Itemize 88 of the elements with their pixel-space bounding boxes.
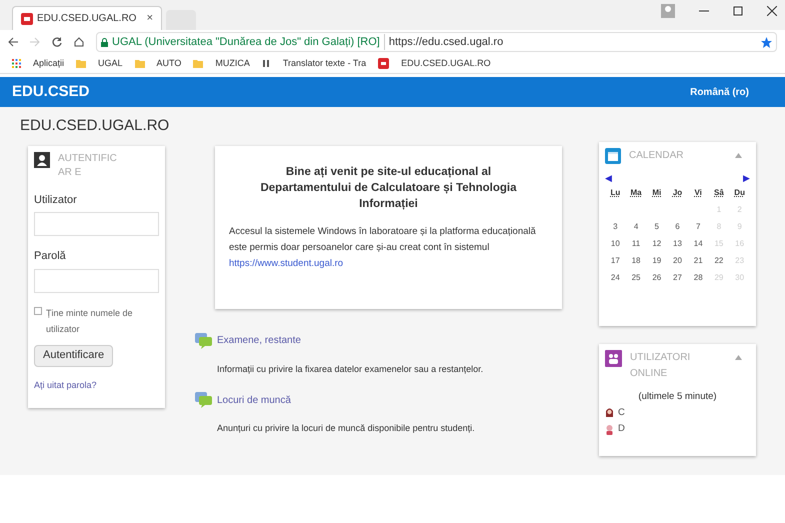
forum-link[interactable]: Locuri de muncă	[217, 392, 291, 408]
forgot-password-link[interactable]: Ați uitat parola?	[34, 378, 159, 392]
browser-tab[interactable]: EDU.CSED.UGAL.RO ×	[12, 6, 162, 30]
calendar-day[interactable]: 7	[688, 221, 709, 233]
calendar-day[interactable]: 5	[646, 221, 668, 233]
calendar-day[interactable]: 17	[605, 255, 626, 267]
calendar-day[interactable]: 6	[667, 221, 688, 233]
forum-description: Informații cu privire la fixarea datelor examenelor sau a restanțelor.	[217, 362, 484, 376]
next-month-button[interactable]: ▶	[743, 172, 750, 185]
forum-description: Anunțuri cu privire la locuri de muncă disponibile pentru studenți.	[217, 422, 476, 435]
welcome-text: Accesul la sistemele Windows în laboratoare și la platforma educațională este permis doar persoanelor care și-au creat cont în sistemul https://www.student.ugal.ro	[229, 224, 537, 270]
maximize-icon[interactable]	[733, 6, 743, 16]
site-brand[interactable]: EDU.CSED	[12, 80, 90, 104]
profile-icon[interactable]	[661, 4, 675, 18]
user-avatar-icon	[605, 424, 614, 435]
checkbox-label: Ține minte numele de utilizator	[46, 306, 134, 336]
calendar-day[interactable]: 25	[626, 272, 646, 284]
bookmark-link[interactable]: AUTO	[156, 56, 182, 70]
period-text: (ultimele 5 minute)	[637, 390, 718, 404]
calendar-day[interactable]: 19	[646, 255, 668, 267]
user-avatar-icon	[605, 407, 614, 418]
close-icon[interactable]	[767, 6, 777, 16]
apps-grid-icon	[12, 59, 21, 68]
calendar-day[interactable]: 28	[688, 272, 709, 284]
user-name-link[interactable]: D	[618, 422, 625, 436]
weekday-label: Sâ	[713, 187, 725, 199]
field-label: Utilizator	[34, 192, 78, 208]
address-bar[interactable]: UGAL (Universitatea "Dunărea de Jos" din Galați) [RO] https://edu.csed.ugal.ro	[96, 32, 777, 52]
bookmark-link[interactable]: MUZICA	[215, 56, 250, 70]
remember-checkbox[interactable]	[34, 306, 42, 314]
bookmark-link[interactable]: EDU.CSED.UGAL.RO	[401, 56, 491, 70]
tab-close-button[interactable]: ×	[146, 10, 153, 27]
calendar-icon	[605, 148, 621, 164]
calendar-day[interactable]: 18	[626, 255, 646, 267]
star-icon[interactable]	[761, 36, 772, 48]
calendar-day[interactable]: 12	[646, 238, 668, 250]
bookmark-link[interactable]: UGAL	[98, 56, 123, 70]
calendar-day[interactable]: 14	[688, 238, 709, 250]
calendar-day[interactable]: 20	[667, 255, 688, 267]
lock-icon	[101, 38, 108, 46]
weekday-label: Mi	[651, 187, 662, 199]
back-icon[interactable]	[8, 37, 18, 47]
calendar-day[interactable]: 4	[626, 221, 646, 233]
password-field[interactable]	[34, 268, 159, 292]
bookmark-icon	[262, 59, 271, 68]
language-menu[interactable]: Română (ro)	[690, 84, 749, 100]
folder-icon	[134, 59, 145, 68]
folder-icon	[193, 59, 204, 68]
site-title: EDU.CSED.UGAL.RO	[20, 116, 170, 136]
user-icon	[34, 152, 50, 168]
collapse-arrow-icon[interactable]	[735, 354, 742, 360]
calendar-day[interactable]: 11	[626, 238, 646, 250]
weekday-label: Jo	[672, 187, 684, 199]
block-title: CALENDAR	[629, 149, 684, 163]
forward-icon[interactable]	[30, 37, 40, 47]
site-favicon-icon	[378, 58, 390, 69]
weekday-label: Du	[733, 187, 746, 199]
user-name-link[interactable]: C	[618, 406, 625, 420]
users-icon	[605, 350, 622, 366]
bookmark-link[interactable]: Translator texte - Tra	[282, 56, 366, 70]
previous-month-button[interactable]: ◀	[605, 172, 612, 185]
field-label: Parolă	[34, 249, 67, 264]
calendar-day[interactable]: 27	[667, 272, 688, 284]
collapse-arrow-icon[interactable]	[735, 153, 742, 158]
weekday-label: Vi	[693, 187, 703, 199]
calendar-day[interactable]: 10	[605, 238, 626, 250]
calendar-day[interactable]: 3	[605, 221, 626, 233]
folder-icon	[76, 59, 86, 68]
reload-icon[interactable]	[52, 37, 62, 47]
weekday-label: Lu	[609, 187, 622, 199]
welcome-heading: Bine ați venit pe site-ul educațional al Departamentului de Calculatoare și Tehnologia Informației	[259, 164, 518, 212]
calendar-day[interactable]: 13	[667, 238, 688, 250]
calendar-day[interactable]: 24	[605, 272, 626, 284]
block-title: UTILIZATORI ONLINE	[630, 350, 692, 380]
chat-bubbles-icon	[195, 332, 213, 348]
username-field[interactable]	[34, 212, 159, 236]
bookmark-link[interactable]: Aplicații	[33, 56, 64, 70]
chat-bubbles-icon	[195, 392, 213, 408]
forum-link[interactable]: Examene, restante	[217, 333, 301, 348]
student-portal-link[interactable]: https://www.student.ugal.ro	[229, 258, 344, 268]
home-icon[interactable]	[74, 37, 84, 47]
block-title: AUTENTIFICAR E	[58, 152, 118, 180]
login-button[interactable]: Autentificare	[34, 344, 114, 366]
calendar-day[interactable]: 22	[708, 255, 730, 267]
weekday-label: Ma	[630, 187, 643, 199]
calendar-day[interactable]: 21	[688, 255, 709, 267]
site-favicon-icon	[21, 12, 33, 24]
calendar-day[interactable]: 26	[646, 272, 668, 284]
